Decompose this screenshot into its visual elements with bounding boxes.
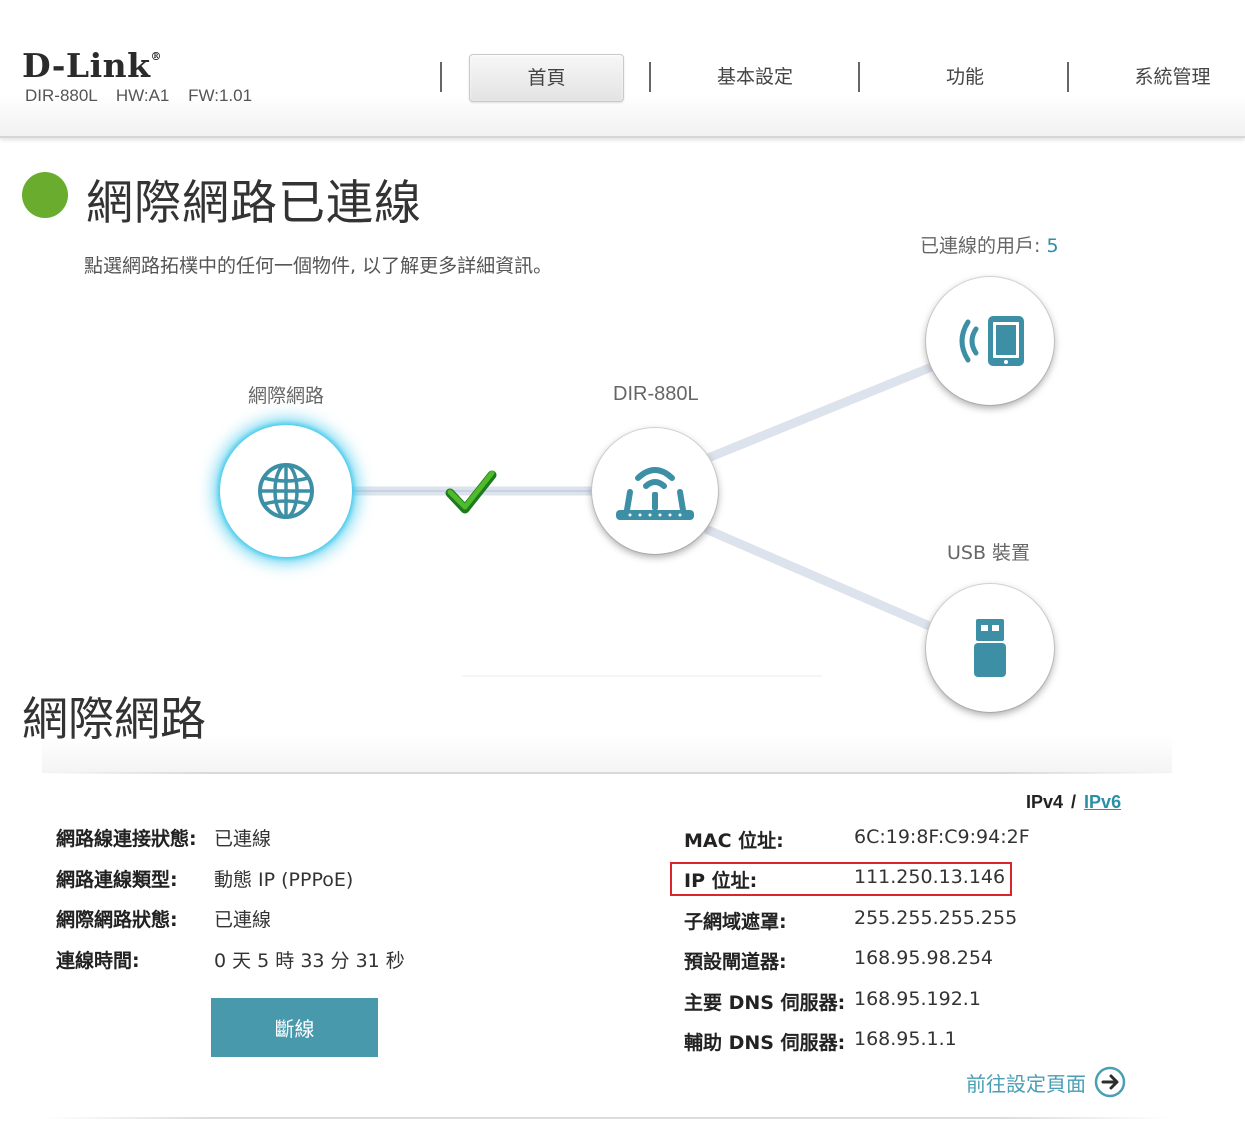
primary-dns-value: 168.95.192.1 xyxy=(854,988,981,1010)
ip-switch-separator: / xyxy=(1071,792,1077,812)
internet-status-label: 網際網路狀態: xyxy=(56,909,178,931)
globe-icon xyxy=(258,463,314,519)
clients-label-text: 已連線的用戶: xyxy=(920,235,1047,257)
primary-dns-label: 主要 DNS 伺服器: xyxy=(684,992,846,1014)
link-router-usb xyxy=(703,525,939,633)
mac-address-value: 6C:19:8F:C9:94:2F xyxy=(854,826,1030,848)
arrow-right-circle-icon xyxy=(1094,1066,1126,1098)
link-router-clients xyxy=(703,361,939,463)
connection-type-value: 動態 IP (PPPoE) xyxy=(214,869,354,891)
uptime-label: 連線時間: xyxy=(56,950,140,972)
internet-node-label: 網際網路 xyxy=(248,385,325,407)
usb-node[interactable] xyxy=(926,584,1054,712)
clients-node-label: 已連線的用戶: 5 xyxy=(920,231,1059,258)
clients-count: 5 xyxy=(1046,235,1059,257)
uptime-value: 0 天 5 時 33 分 31 秒 xyxy=(214,950,405,972)
goto-settings-label: 前往設定頁面 xyxy=(966,1071,1086,1096)
secondary-dns-value: 168.95.1.1 xyxy=(854,1028,957,1050)
bottom-divider xyxy=(42,1117,1172,1119)
cable-status-label: 網路線連接狀態: xyxy=(56,828,197,850)
router-node[interactable] xyxy=(592,428,718,554)
internet-status-value: 已連線 xyxy=(214,909,272,931)
ip-address-value: 111.250.13.146 xyxy=(854,866,1006,888)
default-gateway-label: 預設閘道器: xyxy=(684,951,787,973)
section-shade xyxy=(42,735,1172,773)
wireless-tablet-icon xyxy=(959,316,1024,366)
usb-drive-icon xyxy=(974,619,1006,677)
router-node-label: DIR-880L xyxy=(613,383,699,405)
subnet-mask-label: 子網域遮罩: xyxy=(684,911,787,933)
ip-version-switch: IPv4 / IPv6 xyxy=(1026,792,1121,813)
clients-node[interactable] xyxy=(926,277,1054,405)
goto-settings-link[interactable]: 前往設定頁面 xyxy=(966,1066,1126,1098)
disconnect-button[interactable]: 斷線 xyxy=(211,998,378,1057)
ip-address-label: IP 位址: xyxy=(684,870,758,892)
section-divider xyxy=(42,772,1172,774)
mac-address-label: MAC 位址: xyxy=(684,830,784,852)
ipv4-label: IPv4 xyxy=(1026,792,1064,812)
topology-lines xyxy=(347,361,939,677)
secondary-dns-label: 輔助 DNS 伺服器: xyxy=(684,1032,846,1054)
ipv6-link[interactable]: IPv6 xyxy=(1084,792,1121,812)
internet-node[interactable] xyxy=(220,425,352,557)
cable-status-value: 已連線 xyxy=(214,828,272,850)
subnet-mask-value: 255.255.255.255 xyxy=(854,907,1018,929)
default-gateway-value: 168.95.98.254 xyxy=(854,947,994,969)
usb-node-label: USB 裝置 xyxy=(947,542,1031,564)
router-icon xyxy=(616,467,694,520)
connection-type-label: 網路連線類型: xyxy=(56,869,178,891)
